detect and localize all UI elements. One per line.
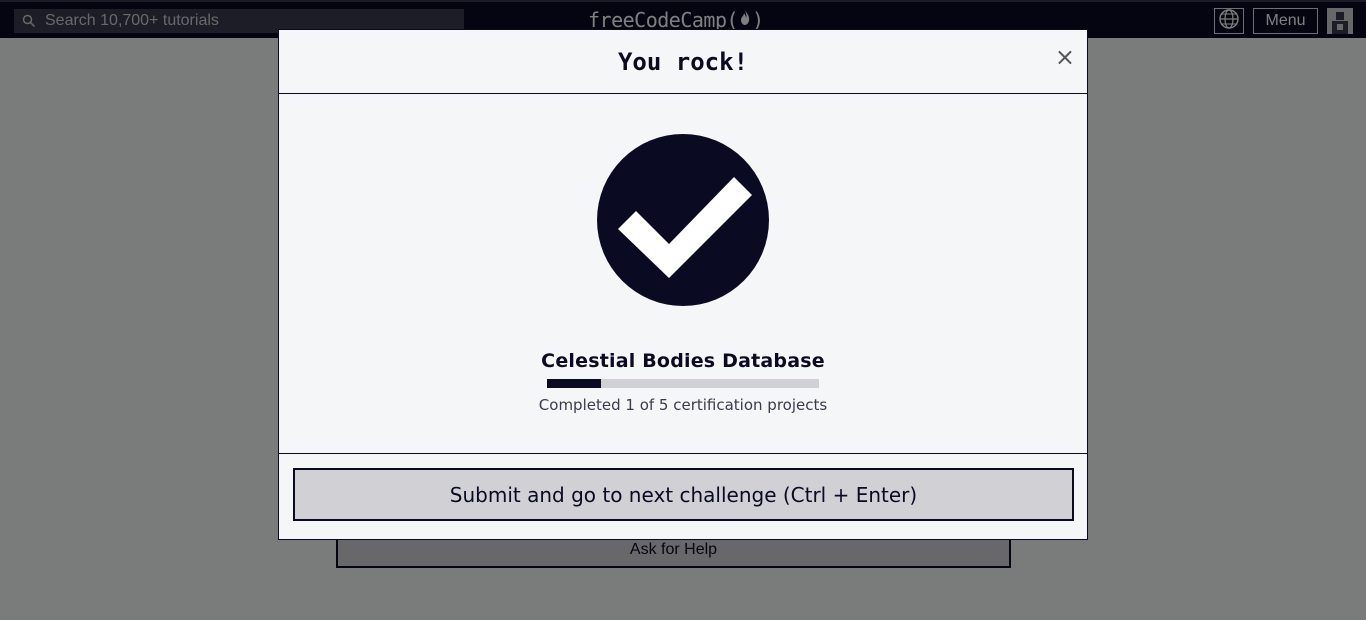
certification-progress-bar [547,379,819,388]
close-icon[interactable]: × [1055,45,1075,69]
submit-next-challenge-button[interactable]: Submit and go to next challenge (Ctrl + … [293,468,1074,521]
progress-fill [547,379,602,388]
modal-body: Celestial Bodies Database Completed 1 of… [279,94,1087,454]
modal-title: You rock! [617,47,749,76]
progress-text: Completed 1 of 5 certification projects [538,396,828,414]
project-name: Celestial Bodies Database [541,350,825,372]
challenge-complete-modal: You rock! × Celestial Bodies Database Co… [278,29,1088,540]
checkmark-icon [597,134,769,306]
modal-header: You rock! × [279,30,1087,94]
modal-footer: Submit and go to next challenge (Ctrl + … [279,454,1087,539]
